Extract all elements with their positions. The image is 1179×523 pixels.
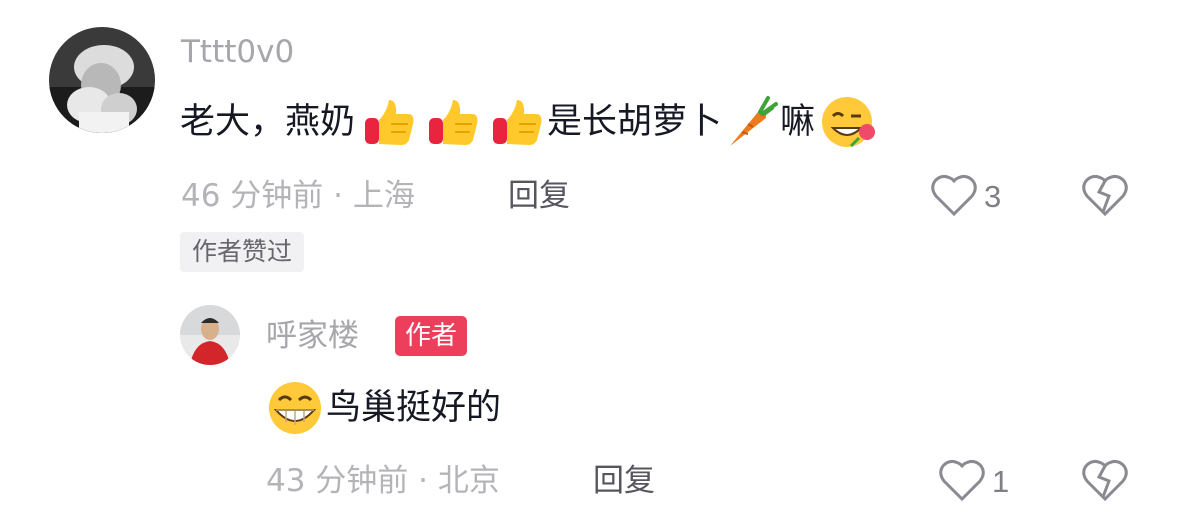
reply-text: 鸟巢挺好的 [266,380,501,436]
reply-time-location: 43 分钟前 · 北京 [266,463,500,499]
reply-button[interactable]: 回复 [508,176,570,216]
reply-like-count: 1 [992,464,1010,499]
dislike-button[interactable] [1081,172,1129,222]
author-liked-badge: 作者赞过 [180,232,305,272]
reply-avatar[interactable] [180,305,240,365]
grin-icon [266,380,324,436]
comment-text-part-1: 老大，燕奶 [180,102,356,142]
heart-icon [938,457,986,507]
reply-dislike-button[interactable] [1081,457,1129,507]
reply-reply-button[interactable]: 回复 [593,461,655,501]
comment-text-part-2: 是长胡萝卜 [547,102,723,142]
broken-heart-icon [1081,459,1129,507]
avatar[interactable] [49,27,155,133]
comment-username[interactable]: Tttt0v0 [181,32,294,72]
comment-text-part-3: 嘛 [780,102,816,142]
grin-wink-rose-icon [819,94,879,150]
like-button[interactable]: 3 [930,172,1001,222]
author-badge: 作者 [395,316,468,356]
carrot-icon [722,94,779,150]
reply-username[interactable]: 呼家楼 [266,316,359,356]
broken-heart-icon [1081,174,1129,222]
comment-time-location: 46 分钟前 · 上海 [181,178,415,214]
thumbs-up-icon [361,94,417,150]
like-count: 3 [984,179,1002,214]
reply-like-button[interactable]: 1 [938,457,1009,507]
comment-text: 老大，燕奶 是长胡萝卜 嘛 [180,94,879,150]
thumbs-up-icon [489,94,545,150]
thumbs-up-icon [425,94,481,150]
reply-text-content: 鸟巢挺好的 [326,388,502,428]
heart-icon [930,172,978,222]
